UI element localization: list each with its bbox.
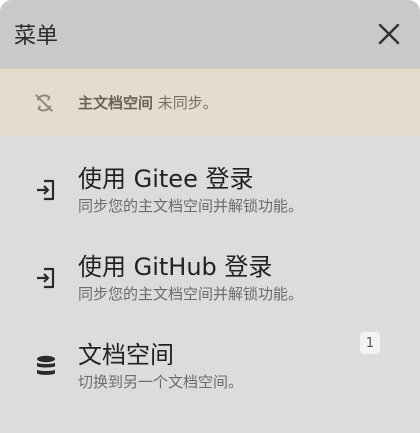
workspace-label: 主文档空间 (78, 94, 154, 112)
sync-status-banner: 主文档空间 未同步。 (0, 68, 420, 136)
gitee-login-item[interactable]: 使用 Gitee 登录 同步您的主文档空间并解锁功能。 (0, 146, 420, 234)
menu-title: 菜单 (14, 24, 59, 49)
menu-header: 菜单 (0, 0, 420, 68)
github-login-title: 使用 GitHub 登录 (78, 253, 273, 281)
github-login-text: 使用 GitHub 登录 同步您的主文档空间并解锁功能。 (78, 252, 303, 304)
sync-off-icon (32, 91, 56, 115)
gitee-login-description: 同步您的主文档空间并解锁功能。 (78, 197, 304, 215)
github-login-item[interactable]: 使用 GitHub 登录 同步您的主文档空间并解锁功能。 (0, 234, 420, 322)
workspace-text: 文档空间 切换到另一个文档空间。 (78, 340, 243, 392)
login-icon (32, 176, 60, 204)
sync-status: 未同步。 (157, 94, 218, 112)
login-icon (32, 264, 60, 292)
menu-panel: 菜单 主文档空间 未同步。 使用 Gitee 登录 同步您的主文档空间并解锁功能… (0, 0, 420, 433)
close-button[interactable] (372, 17, 406, 51)
close-icon (378, 23, 400, 45)
workspace-title: 文档空间 (78, 341, 174, 369)
sync-status-text: 主文档空间 未同步。 (78, 92, 218, 113)
gitee-login-title: 使用 Gitee 登录 (78, 165, 254, 193)
gitee-login-text: 使用 Gitee 登录 同步您的主文档空间并解锁功能。 (78, 164, 303, 216)
database-icon (32, 352, 60, 380)
menu-list: 使用 Gitee 登录 同步您的主文档空间并解锁功能。 使用 GitHub 登录… (0, 136, 420, 410)
workspace-description: 切换到另一个文档空间。 (78, 373, 244, 391)
github-login-description: 同步您的主文档空间并解锁功能。 (78, 285, 304, 303)
workspace-count-badge: 1 (360, 332, 380, 354)
workspace-item[interactable]: 文档空间 切换到另一个文档空间。 1 (0, 322, 420, 410)
